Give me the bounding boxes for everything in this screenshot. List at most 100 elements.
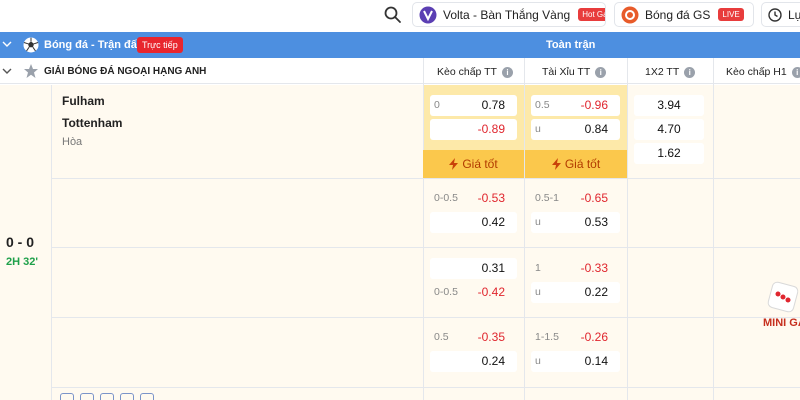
odds-value: -0.33: [580, 261, 608, 275]
live-badge: LIVE: [718, 8, 744, 21]
handicap-line: 0: [434, 99, 440, 111]
info-icon[interactable]: i: [595, 66, 607, 78]
odds-cell[interactable]: 0.5 -0.35: [430, 327, 517, 348]
bong-da-gs-pill[interactable]: Bóng đá GS LIVE 12: [614, 2, 754, 27]
chevron-down-icon[interactable]: [2, 39, 12, 49]
odds-cell[interactable]: u 0.53: [531, 212, 620, 233]
odds-cell[interactable]: u 0.22: [531, 282, 620, 303]
odds-value: -0.26: [580, 330, 608, 344]
best-price-label: Giá tốt: [462, 157, 498, 171]
odds-cell[interactable]: -0.89: [430, 119, 517, 140]
divider: [627, 58, 628, 400]
odds-value: -0.42: [477, 285, 505, 299]
odds-value: 0.24: [481, 354, 505, 368]
star-icon[interactable]: [23, 63, 39, 79]
odds-cell[interactable]: u 0.14: [531, 351, 620, 372]
live-tag[interactable]: Trực tiếp: [137, 37, 183, 53]
column-handicap-header: Kèo chấp TT i: [437, 66, 513, 78]
odds-value: 0.78: [481, 98, 505, 112]
soccer-ball-icon: [23, 37, 39, 53]
total-line: u: [535, 355, 541, 367]
handicap-line: 0.5: [434, 331, 449, 343]
column-h1-header: Kèo chấp H1 i: [726, 66, 800, 78]
1x2-draw-odds[interactable]: 1.62: [634, 143, 704, 164]
divider: [423, 58, 424, 400]
odds-value: 0.84: [584, 122, 608, 136]
top-bar: Volta - Bàn Thắng Vàng Hot Game Bóng đá …: [0, 0, 800, 30]
total-line: 0.5: [535, 99, 550, 111]
odds-cell[interactable]: 0-0.5 -0.42: [430, 282, 517, 303]
clock-icon: [768, 7, 782, 22]
mini-game-text: MINI GAME: [763, 317, 800, 329]
info-icon[interactable]: i: [791, 66, 800, 78]
column-h1-label: Kèo chấp H1: [726, 66, 787, 78]
odds-value: -0.53: [477, 191, 505, 205]
info-icon[interactable]: i: [501, 66, 513, 78]
full-match-label: Toàn trận: [546, 39, 596, 51]
odds-cell[interactable]: 0.42: [430, 212, 517, 233]
column-handicap-label: Kèo chấp TT: [437, 66, 497, 78]
odds-cell[interactable]: 0.24: [430, 351, 517, 372]
volta-game-pill[interactable]: Volta - Bàn Thắng Vàng Hot Game: [412, 2, 606, 27]
divider: [713, 58, 714, 400]
column-1x2-header: 1X2 TT i: [645, 66, 696, 78]
league-name: GIẢI BÓNG ĐÁ NGOẠI HẠNG ANH: [44, 66, 207, 77]
flag-icon[interactable]: [140, 393, 154, 400]
tv-icon[interactable]: [100, 393, 114, 400]
odds-cell[interactable]: u 0.84: [531, 119, 620, 140]
total-line: u: [535, 216, 541, 228]
total-line: 1-1.5: [535, 331, 559, 343]
odds-cell[interactable]: 1-1.5 -0.26: [531, 327, 620, 348]
draw-label: Hòa: [62, 136, 83, 148]
options-pill[interactable]: Lựa: [761, 2, 800, 27]
divider: [51, 387, 800, 388]
odds-value: 0.31: [481, 261, 505, 275]
gs-logo-icon: [621, 6, 639, 23]
home-team[interactable]: Fulham: [62, 94, 105, 108]
options-label: Lựa: [788, 7, 800, 22]
1x2-away-odds[interactable]: 4.70: [634, 119, 704, 140]
volta-logo-icon: [419, 6, 437, 23]
total-line: 1: [535, 262, 541, 274]
best-price-banner[interactable]: Giá tốt: [525, 150, 627, 178]
match-time: 2H 32': [6, 256, 38, 268]
column-total-header: Tài Xỉu TT i: [542, 66, 607, 78]
handicap-line: 0-0.5: [434, 192, 458, 204]
odds-cell[interactable]: 0-0.5 -0.53: [430, 188, 517, 209]
column-total-label: Tài Xỉu TT: [542, 66, 591, 78]
odds-cell[interactable]: 0.5 -0.96: [531, 95, 620, 116]
odds-cell[interactable]: 0 0.78: [430, 95, 517, 116]
divider: [51, 247, 800, 248]
best-price-label: Giá tốt: [564, 157, 601, 171]
odds-cell[interactable]: 1 -0.33: [531, 258, 620, 279]
total-line: u: [535, 286, 541, 298]
mini-game-widget[interactable]: MINI GAME: [762, 280, 800, 348]
divider: [524, 58, 525, 400]
volta-game-label: Volta - Bàn Thắng Vàng: [443, 7, 571, 22]
odds-value: -0.96: [580, 98, 608, 112]
stats-icon[interactable]: [60, 393, 74, 400]
lightning-icon: [551, 158, 561, 170]
chevron-down-icon[interactable]: [2, 66, 12, 76]
hot-game-badge: Hot Game: [578, 8, 605, 21]
odds-cell[interactable]: 0.5-1 -0.65: [531, 188, 620, 209]
odds-value: 0.42: [481, 215, 505, 229]
chart-icon[interactable]: [120, 393, 134, 400]
odds-value: 0.22: [584, 285, 608, 299]
total-line: 0.5-1: [535, 192, 559, 204]
dice-icon: MINI GAME: [763, 281, 800, 329]
info-icon[interactable]: i: [684, 66, 696, 78]
odds-value: -0.89: [477, 122, 505, 136]
odds-cell[interactable]: 0.31: [430, 258, 517, 279]
divider: [51, 317, 800, 318]
away-team[interactable]: Tottenham: [62, 116, 122, 130]
sport-title: Bóng đá - Trận đấu: [44, 39, 144, 51]
best-price-banner[interactable]: Giá tốt: [423, 150, 524, 178]
footer-icons: [60, 393, 154, 400]
1x2-home-odds[interactable]: 3.94: [634, 95, 704, 116]
divider: [51, 178, 800, 179]
odds-value: 0.53: [584, 215, 608, 229]
info-icon[interactable]: [80, 393, 94, 400]
sport-header: Bóng đá - Trận đấu Trực tiếp Toàn trận: [0, 32, 800, 58]
search-icon[interactable]: [383, 5, 403, 25]
